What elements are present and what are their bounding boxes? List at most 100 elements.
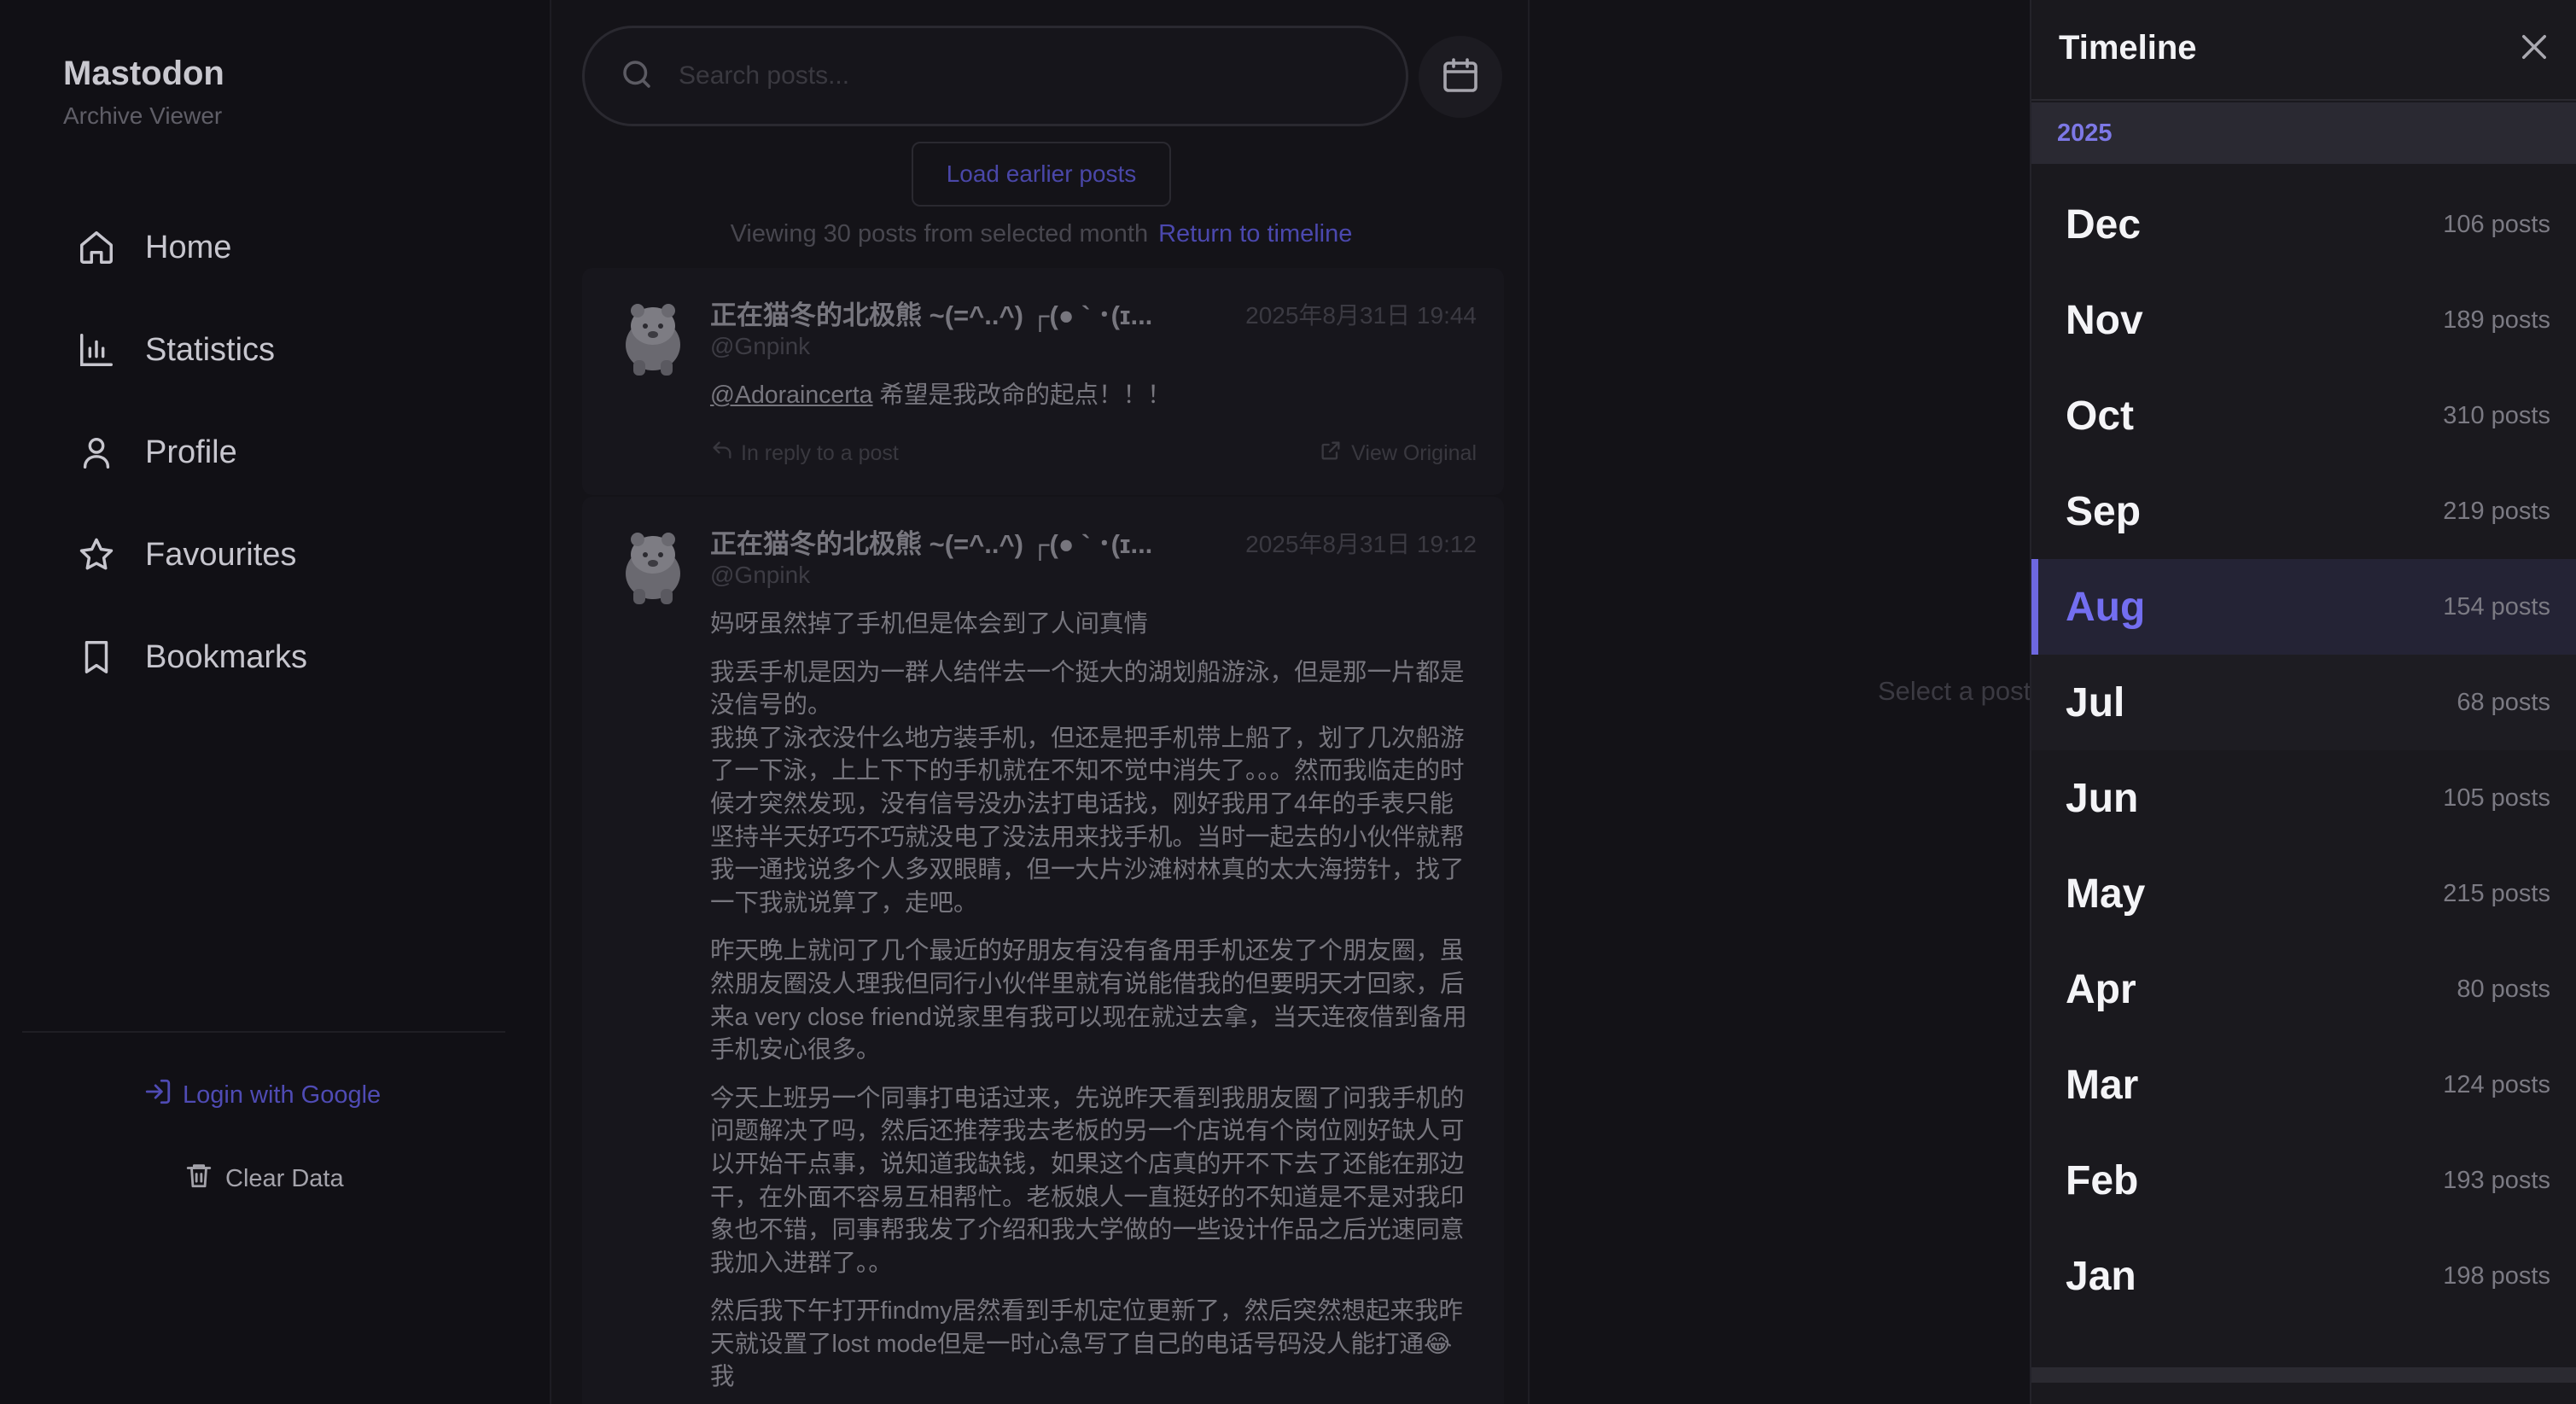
avatar[interactable] <box>615 524 691 606</box>
calendar-icon <box>1440 55 1481 100</box>
star-icon <box>75 533 118 576</box>
month-name: May <box>2066 871 2146 917</box>
load-earlier-button[interactable]: Load earlier posts <box>912 142 1171 207</box>
month-post-count: 106 posts <box>2443 210 2550 238</box>
nav-label-favourites: Favourites <box>145 536 297 573</box>
post-handle: @Gnpink <box>710 333 811 359</box>
login-with-google-link[interactable]: Login with Google <box>143 1077 381 1113</box>
month-name: Aug <box>2066 584 2146 630</box>
timeline-title: Timeline <box>2059 29 2197 67</box>
month-post-count: 198 posts <box>2443 1261 2550 1290</box>
month-name: Feb <box>2066 1157 2139 1203</box>
post-text: 希望是我改命的起点！！！ <box>872 382 1172 409</box>
month-name: Dec <box>2066 201 2142 248</box>
feed-column: Load earlier posts Viewing 30 posts from… <box>553 0 1530 1404</box>
month-name: Jan <box>2066 1253 2136 1299</box>
user-icon <box>75 431 118 474</box>
post-paragraph: 今天上班另一个同事打电话过来，先说昨天看到我朋友圈了问我手机的问题解决了吗，然后… <box>710 1084 1465 1277</box>
viewing-text: Viewing 30 posts from selected month <box>730 220 1149 248</box>
post-content: 妈呀虽然掉了手机但是体会到了人间真情 我丢手机是因为一群人结伴去一个挺大的湖划船… <box>710 608 1477 1404</box>
post-paragraph: 昨天晚上就问了几个最近的好朋友有没有备用手机还发了个朋友圈，虽然朋友圈没人理我但… <box>710 937 1467 1064</box>
post-card[interactable]: 正在猫冬的北极熊 ~(=^..^) ┌(● ` ･(ɪ... @Gnpink 2… <box>582 497 1504 1404</box>
reply-label: In reply to a post <box>741 441 899 465</box>
nav-label-profile: Profile <box>145 434 237 470</box>
month-item-apr[interactable]: Apr 80 posts <box>2031 941 2576 1037</box>
month-item-feb[interactable]: Feb 193 posts <box>2031 1133 2576 1228</box>
post-paragraph: 然后我下午打开findmy居然看到手机定位更新了，然后突然想起来我昨天就设置了l… <box>710 1297 1463 1391</box>
month-item-may[interactable]: May 215 posts <box>2031 846 2576 941</box>
search-icon <box>619 56 679 96</box>
timeline-scrollbar[interactable] <box>2031 1367 2576 1383</box>
nav-item-statistics[interactable]: Statistics <box>75 320 519 380</box>
timeline-panel: Timeline 2025 Dec 106 posts Nov 189 post… <box>2030 0 2576 1404</box>
post-display-name: 正在猫冬的北极熊 ~(=^..^) ┌(● ` ･(ɪ... <box>710 300 1153 330</box>
view-original-label: View Original <box>1351 441 1477 465</box>
month-item-jul[interactable]: Jul 68 posts <box>2031 655 2576 750</box>
app-window: Mastodon Archive Viewer Home Statistics … <box>0 0 2576 1404</box>
post-handle: @Gnpink <box>710 562 811 588</box>
close-icon <box>2516 29 2552 69</box>
nav-item-home[interactable]: Home <box>75 218 519 277</box>
in-reply-indicator[interactable]: In reply to a post <box>710 439 899 469</box>
month-name: Mar <box>2066 1062 2139 1108</box>
month-item-sep[interactable]: Sep 219 posts <box>2031 463 2576 559</box>
timeline-header: Timeline <box>2031 0 2576 101</box>
post-card[interactable]: 正在猫冬的北极熊 ~(=^..^) ┌(● ` ･(ɪ... @Gnpink 2… <box>582 268 1504 495</box>
month-post-count: 124 posts <box>2443 1070 2550 1098</box>
login-icon <box>143 1077 183 1113</box>
post-mention-link[interactable]: @Adoraincerta <box>710 382 873 409</box>
month-item-jun[interactable]: Jun 105 posts <box>2031 750 2576 846</box>
sidebar-divider <box>22 1031 505 1033</box>
clear-data-button[interactable]: Clear Data <box>184 1161 344 1197</box>
month-item-jan[interactable]: Jan 198 posts <box>2031 1228 2576 1324</box>
close-timeline-button[interactable] <box>2513 27 2556 70</box>
bookmark-icon <box>75 636 118 679</box>
view-original-link[interactable]: View Original <box>1319 439 1477 469</box>
post-timestamp: 2025年8月31日 19:12 <box>1245 531 1477 557</box>
calendar-button[interactable] <box>1419 36 1502 118</box>
month-name: Nov <box>2066 297 2143 343</box>
month-name: Jul <box>2066 679 2125 725</box>
month-item-aug[interactable]: Aug 154 posts <box>2031 559 2576 655</box>
avatar[interactable] <box>615 295 691 377</box>
month-name: Jun <box>2066 775 2139 821</box>
month-name: Oct <box>2066 393 2135 439</box>
year-header[interactable]: 2025 <box>2031 102 2576 164</box>
clear-data-label: Clear Data <box>225 1164 344 1192</box>
brand-title: Mastodon <box>63 55 224 92</box>
month-item-oct[interactable]: Oct 310 posts <box>2031 368 2576 463</box>
return-to-timeline-link[interactable]: Return to timeline <box>1158 220 1352 248</box>
month-post-count: 310 posts <box>2443 401 2550 429</box>
nav-item-bookmarks[interactable]: Bookmarks <box>75 627 519 687</box>
home-icon <box>75 226 118 269</box>
search-bar[interactable] <box>582 26 1408 126</box>
trash-icon <box>184 1161 225 1197</box>
post-timestamp: 2025年8月31日 19:44 <box>1245 302 1477 329</box>
month-name: Sep <box>2066 488 2142 534</box>
month-post-count: 80 posts <box>2457 975 2550 1003</box>
brand-subtitle: Archive Viewer <box>63 102 223 129</box>
viewing-status: Viewing 30 posts from selected month Retu… <box>553 220 1530 248</box>
nav-item-favourites[interactable]: Favourites <box>75 525 519 585</box>
month-post-count: 215 posts <box>2443 879 2550 907</box>
month-item-nov[interactable]: Nov 189 posts <box>2031 272 2576 368</box>
month-item-mar[interactable]: Mar 124 posts <box>2031 1037 2576 1133</box>
nav-label-bookmarks: Bookmarks <box>145 638 308 675</box>
bar-chart-icon <box>75 329 118 371</box>
month-post-count: 68 posts <box>2457 688 2550 716</box>
month-post-count: 219 posts <box>2443 497 2550 525</box>
reply-icon <box>710 439 741 469</box>
nav-label-home: Home <box>145 229 232 265</box>
month-post-count: 189 posts <box>2443 306 2550 334</box>
month-name: Apr <box>2066 966 2136 1012</box>
nav-label-statistics: Statistics <box>145 331 276 368</box>
search-input[interactable] <box>679 61 1361 90</box>
sidebar: Mastodon Archive Viewer Home Statistics … <box>0 0 551 1404</box>
nav-item-profile[interactable]: Profile <box>75 422 519 482</box>
month-post-count: 105 posts <box>2443 784 2550 812</box>
login-label: Login with Google <box>183 1081 382 1109</box>
month-post-count: 193 posts <box>2443 1166 2550 1194</box>
month-item-dec[interactable]: Dec 106 posts <box>2031 177 2576 272</box>
post-paragraph: 妈呀虽然掉了手机但是体会到了人间真情 <box>710 610 1149 638</box>
post-paragraph: 我丢手机是因为一群人结伴去一个挺大的湖划船游泳，但是那一片都是没信号的。 我换了… <box>710 658 1465 917</box>
